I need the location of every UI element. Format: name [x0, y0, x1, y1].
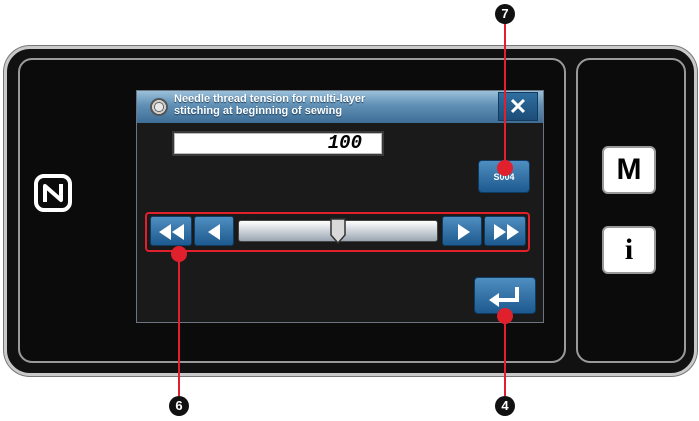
step-right-button[interactable] [442, 216, 482, 246]
fast-rewind-icon [159, 224, 184, 240]
dialog-title-line-1: Needle thread tension for multi-layer [174, 93, 366, 105]
fast-forward-icon [494, 224, 519, 240]
information-button[interactable]: i [602, 226, 656, 274]
callout-7: 7 [495, 4, 515, 24]
callout-line-6 [178, 252, 180, 397]
dialog-title: Needle thread tension for multi-layer st… [174, 93, 464, 117]
callout-4: 4 [495, 396, 515, 416]
callout-line-7 [504, 20, 506, 168]
dialog-title-line-2: stitching at beginning of sewing [174, 105, 343, 117]
callout-line-4 [504, 316, 506, 396]
callout-6: 6 [169, 396, 189, 416]
callout-marker-4 [497, 308, 513, 324]
side-button-bezel [576, 58, 686, 363]
step-left-button[interactable] [194, 216, 234, 246]
slider-thumb[interactable] [330, 218, 346, 244]
mode-button[interactable]: M [602, 146, 656, 194]
fast-forward-button[interactable] [484, 216, 526, 246]
fast-rewind-button[interactable] [150, 216, 192, 246]
step-left-icon [208, 224, 220, 240]
callout-marker-6 [171, 246, 187, 262]
thread-spool-icon [150, 98, 168, 116]
callout-marker-7 [497, 160, 513, 176]
nfc-n-icon [34, 174, 72, 212]
step-right-icon [458, 224, 470, 240]
tension-value-display: 100 [172, 131, 384, 156]
